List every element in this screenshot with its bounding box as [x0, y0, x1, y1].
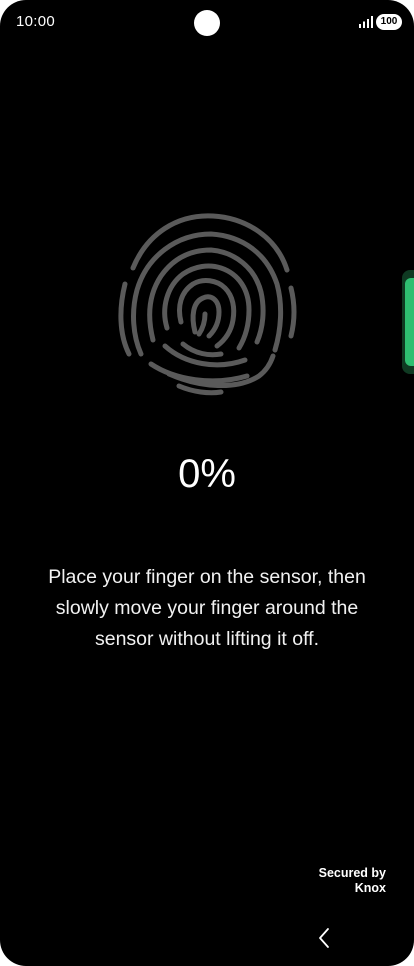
fingerprint-icon [118, 213, 297, 396]
chevron-left-icon [319, 928, 329, 948]
camera-cutout [194, 10, 220, 36]
back-button[interactable] [308, 922, 340, 954]
status-bar: 10:00 100 [0, 0, 414, 46]
enrollment-progress: 0% [178, 452, 236, 496]
edge-panel-handle[interactable] [402, 270, 414, 374]
fingerprint-enrollment-screen: 10:00 100 0% Place your finger on the se… [0, 0, 414, 966]
enrollment-instruction: Place your finger on the sensor, then sl… [28, 562, 386, 655]
instruction-line: slowly move your finger around the [55, 597, 359, 619]
battery-icon: 100 [376, 14, 402, 30]
secured-by-label: Secured by [318, 866, 386, 880]
instruction-line: Place your finger on the sensor, then [48, 566, 366, 588]
knox-label: Knox [354, 881, 386, 895]
instruction-line: sensor without lifting it off. [94, 628, 319, 650]
edge-panel-handle-accent [405, 278, 414, 366]
signal-icon [359, 16, 373, 28]
status-time: 10:00 [16, 13, 56, 30]
